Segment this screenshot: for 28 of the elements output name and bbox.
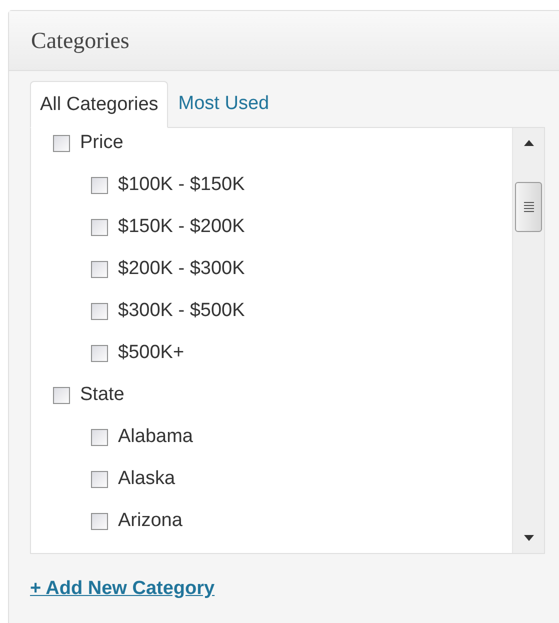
scroll-up-icon[interactable] bbox=[524, 140, 534, 146]
category-label: $200K - $300K bbox=[118, 258, 245, 280]
scrollbar[interactable] bbox=[512, 128, 544, 553]
category-label: State bbox=[80, 384, 124, 406]
checkbox[interactable] bbox=[53, 134, 70, 152]
checkbox[interactable] bbox=[91, 260, 108, 278]
category-label: $100K - $150K bbox=[118, 174, 245, 196]
category-label: Alabama bbox=[118, 426, 193, 448]
tab[interactable]: All Categories bbox=[30, 81, 168, 128]
checkbox[interactable] bbox=[91, 470, 108, 488]
category-label: $150K - $200K bbox=[118, 216, 245, 238]
category-label: $300K - $500K bbox=[118, 300, 245, 322]
checkbox[interactable] bbox=[91, 512, 108, 530]
checkbox[interactable] bbox=[91, 428, 108, 446]
tab[interactable]: Most Used bbox=[168, 81, 280, 127]
scroll-down-icon[interactable] bbox=[524, 535, 534, 541]
checkbox[interactable] bbox=[91, 176, 108, 194]
checkbox[interactable] bbox=[91, 344, 108, 362]
category-label: Price bbox=[80, 132, 124, 154]
category-label: Arizona bbox=[118, 510, 182, 532]
category-label: $500K+ bbox=[118, 342, 184, 364]
category-label: Alaska bbox=[118, 468, 176, 490]
checkbox[interactable] bbox=[91, 218, 108, 236]
checkbox[interactable] bbox=[91, 302, 108, 320]
panel-title: Categories bbox=[31, 28, 130, 54]
scroll-thumb[interactable] bbox=[515, 182, 542, 232]
checkbox[interactable] bbox=[53, 386, 70, 404]
add-category-link[interactable]: + Add New Category bbox=[30, 578, 215, 600]
